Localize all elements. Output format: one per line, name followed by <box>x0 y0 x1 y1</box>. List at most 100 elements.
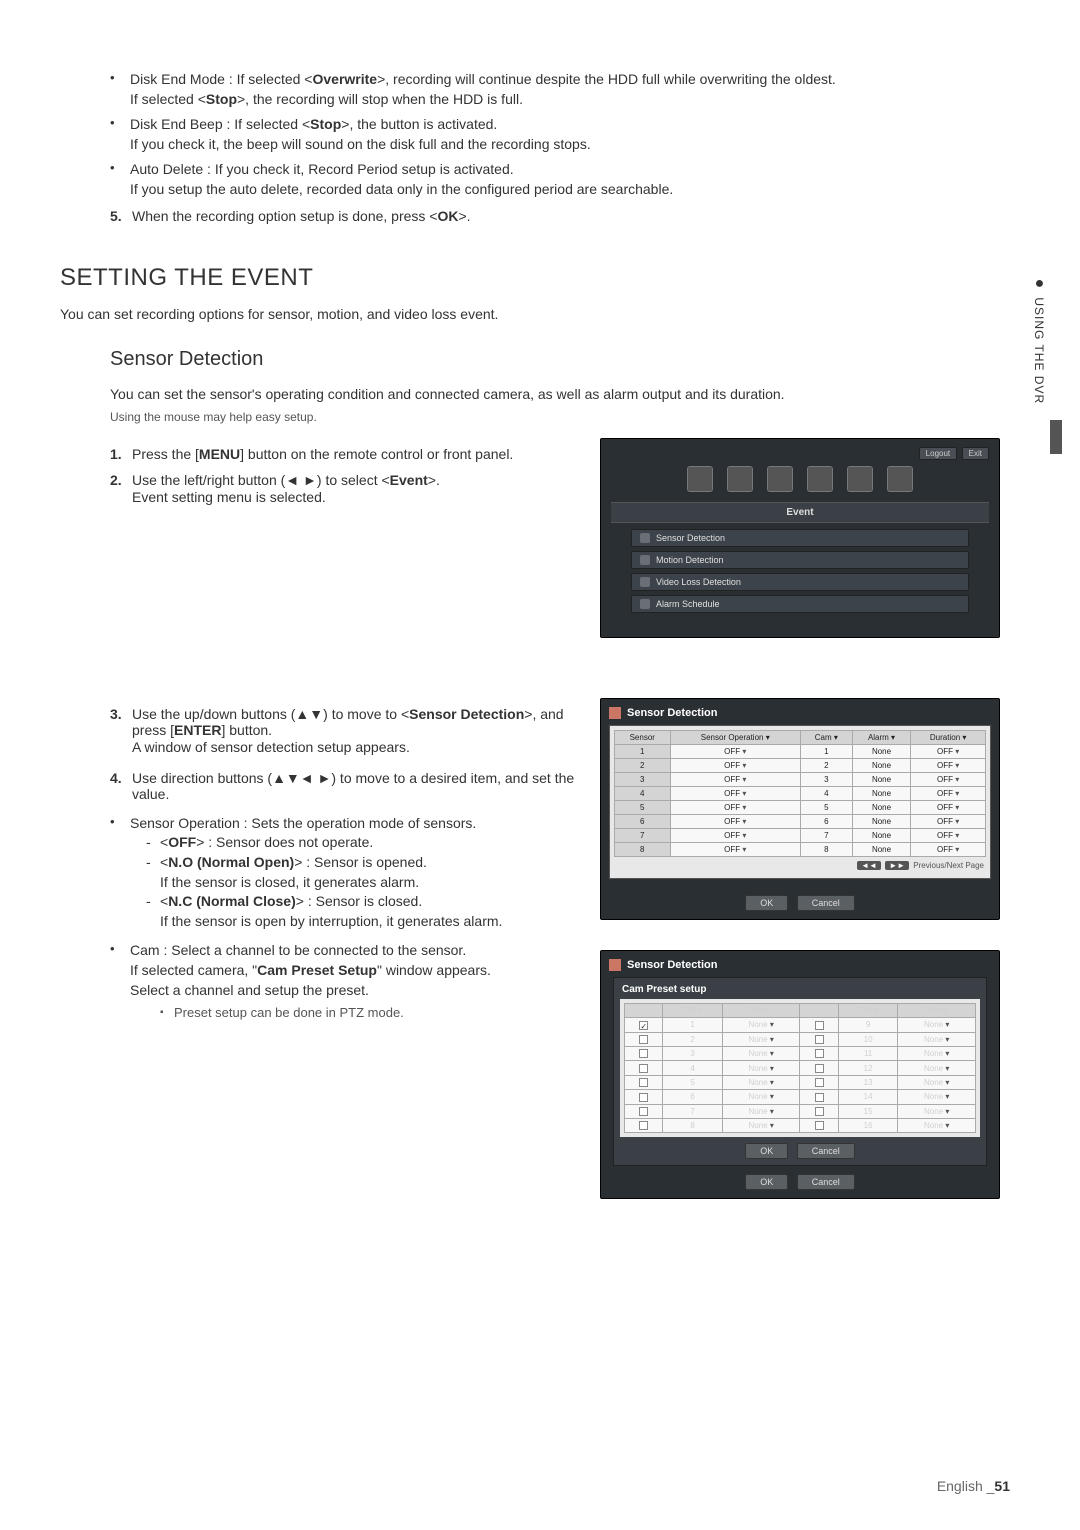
col-header[interactable]: Preset <box>898 1004 976 1018</box>
alarm-cell[interactable]: None <box>852 787 911 801</box>
cam-cell[interactable]: 1 <box>800 745 852 759</box>
col-header[interactable]: Alarm ▾ <box>852 731 911 745</box>
preset-cell[interactable]: None ▾ <box>898 1090 976 1104</box>
ok-button[interactable]: OK <box>745 1174 788 1190</box>
menu-icon <box>640 577 650 587</box>
duration-cell[interactable]: OFF ▾ <box>911 773 986 787</box>
cam-cell[interactable]: 3 <box>800 773 852 787</box>
duration-cell[interactable]: OFF ▾ <box>911 815 986 829</box>
checkbox-cell[interactable] <box>625 1104 663 1118</box>
preset-cell[interactable]: None ▾ <box>898 1018 976 1032</box>
checkbox-cell[interactable] <box>625 1018 663 1032</box>
logout-button[interactable]: Logout <box>919 447 957 460</box>
sensor-icon <box>609 959 621 971</box>
checkbox-cell[interactable] <box>625 1032 663 1046</box>
alarm-cell[interactable]: None <box>852 773 911 787</box>
preset-cell[interactable]: None ▾ <box>898 1104 976 1118</box>
menu-item[interactable]: Motion Detection <box>631 551 969 569</box>
sensor-op-cell[interactable]: OFF ▾ <box>670 745 800 759</box>
nav-icon[interactable] <box>807 466 833 492</box>
preset-cell[interactable]: None ▾ <box>898 1061 976 1075</box>
checkbox-cell[interactable] <box>625 1075 663 1089</box>
nav-icon[interactable] <box>887 466 913 492</box>
checkbox-cell[interactable] <box>800 1090 838 1104</box>
preset-cell[interactable]: None ▾ <box>722 1061 800 1075</box>
duration-cell[interactable]: OFF ▾ <box>911 843 986 857</box>
alarm-cell[interactable]: None <box>852 843 911 857</box>
col-header[interactable]: Preset <box>722 1004 800 1018</box>
preset-cell[interactable]: None ▾ <box>722 1090 800 1104</box>
nav-icon[interactable] <box>727 466 753 492</box>
duration-cell[interactable]: OFF ▾ <box>911 759 986 773</box>
preset-cell[interactable]: None ▾ <box>722 1046 800 1060</box>
table-row: 6OFF ▾6NoneOFF ▾ <box>615 815 986 829</box>
cam-cell[interactable]: 7 <box>800 829 852 843</box>
sensor-detection-panel: Sensor Detection SensorSensor Operation … <box>600 698 1000 920</box>
sensor-op-cell[interactable]: OFF ▾ <box>670 843 800 857</box>
cancel-button[interactable]: Cancel <box>797 895 855 911</box>
checkbox-cell[interactable] <box>625 1090 663 1104</box>
col-header[interactable]: Sensor <box>615 731 671 745</box>
cancel-button[interactable]: Cancel <box>797 1143 855 1159</box>
checkbox-cell[interactable] <box>800 1046 838 1060</box>
sensor-op-cell[interactable]: OFF ▾ <box>670 759 800 773</box>
col-header[interactable]: Sensor Operation ▾ <box>670 731 800 745</box>
cam-cell[interactable]: 5 <box>800 801 852 815</box>
col-header[interactable]: Cam ▾ <box>800 731 852 745</box>
ok-button[interactable]: OK <box>745 1143 788 1159</box>
duration-cell[interactable]: OFF ▾ <box>911 829 986 843</box>
page-nav-label: Previous/Next Page <box>913 861 984 870</box>
alarm-cell[interactable]: None <box>852 759 911 773</box>
menu-item[interactable]: Sensor Detection <box>631 529 969 547</box>
nav-icon[interactable] <box>687 466 713 492</box>
menu-item[interactable]: Alarm Schedule <box>631 595 969 613</box>
next-page-button[interactable]: ►► <box>885 861 909 870</box>
checkbox-cell[interactable] <box>625 1046 663 1060</box>
menu-item[interactable]: Video Loss Detection <box>631 573 969 591</box>
checkbox-cell[interactable] <box>800 1075 838 1089</box>
preset-cell[interactable]: None ▾ <box>722 1118 800 1132</box>
nav-icon[interactable] <box>847 466 873 492</box>
step-3: 3. Use the up/down buttons (▲▼) to move … <box>110 706 582 738</box>
cancel-button[interactable]: Cancel <box>797 1174 855 1190</box>
col-header[interactable]: Duration ▾ <box>911 731 986 745</box>
checkbox-cell[interactable] <box>800 1118 838 1132</box>
prev-page-button[interactable]: ◄◄ <box>857 861 881 870</box>
sensor-op-cell[interactable]: OFF ▾ <box>670 801 800 815</box>
alarm-cell[interactable]: None <box>852 745 911 759</box>
preset-cell[interactable]: None ▾ <box>722 1018 800 1032</box>
exit-button[interactable]: Exit <box>962 447 989 460</box>
preset-cell[interactable]: None ▾ <box>898 1032 976 1046</box>
preset-cell[interactable]: None ▾ <box>722 1075 800 1089</box>
checkbox-cell[interactable] <box>625 1061 663 1075</box>
sensor-op-cell[interactable]: OFF ▾ <box>670 787 800 801</box>
sensor-op-cell[interactable]: OFF ▾ <box>670 773 800 787</box>
table-row: 4OFF ▾4NoneOFF ▾ <box>615 787 986 801</box>
col-header[interactable]: CH ▾ <box>838 1004 897 1018</box>
checkbox-cell[interactable] <box>800 1061 838 1075</box>
alarm-cell[interactable]: None <box>852 829 911 843</box>
alarm-cell[interactable]: None <box>852 815 911 829</box>
duration-cell[interactable]: OFF ▾ <box>911 787 986 801</box>
sensor-op-cell[interactable]: OFF ▾ <box>670 829 800 843</box>
cam-cell[interactable]: 6 <box>800 815 852 829</box>
nav-icon[interactable] <box>767 466 793 492</box>
checkbox-cell[interactable] <box>800 1018 838 1032</box>
checkbox-cell[interactable] <box>800 1104 838 1118</box>
checkbox-cell[interactable] <box>625 1118 663 1132</box>
cam-cell[interactable]: 4 <box>800 787 852 801</box>
preset-cell[interactable]: None ▾ <box>898 1046 976 1060</box>
alarm-cell[interactable]: None <box>852 801 911 815</box>
preset-cell[interactable]: None ▾ <box>898 1075 976 1089</box>
preset-cell[interactable]: None ▾ <box>722 1104 800 1118</box>
duration-cell[interactable]: OFF ▾ <box>911 801 986 815</box>
cam-cell[interactable]: 2 <box>800 759 852 773</box>
preset-cell[interactable]: None ▾ <box>898 1118 976 1132</box>
col-header[interactable]: CH ▾ <box>663 1004 722 1018</box>
ok-button[interactable]: OK <box>745 895 788 911</box>
duration-cell[interactable]: OFF ▾ <box>911 745 986 759</box>
preset-cell[interactable]: None ▾ <box>722 1032 800 1046</box>
cam-cell[interactable]: 8 <box>800 843 852 857</box>
checkbox-cell[interactable] <box>800 1032 838 1046</box>
sensor-op-cell[interactable]: OFF ▾ <box>670 815 800 829</box>
